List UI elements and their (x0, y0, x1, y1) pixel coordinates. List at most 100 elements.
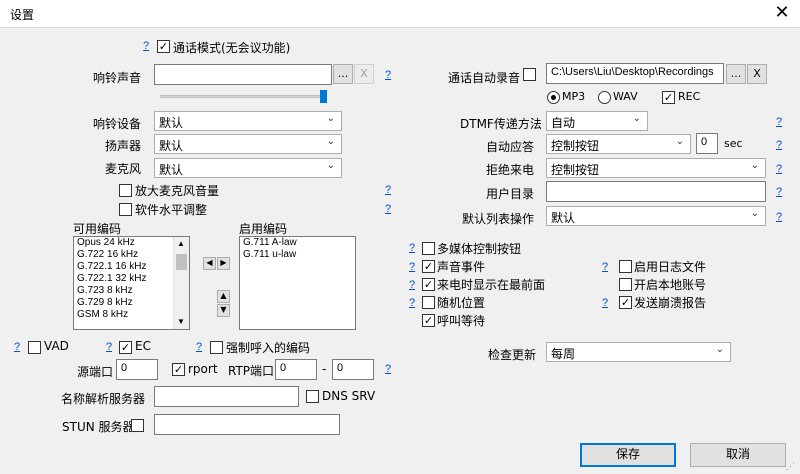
help-link[interactable]: ? (106, 341, 112, 353)
close-icon[interactable]: ✕ (770, 1, 794, 25)
ring-device-select[interactable]: 默认 ⌄ (154, 111, 342, 131)
cancel-button[interactable]: 取消 (690, 443, 786, 467)
random-position-checkbox[interactable] (422, 296, 435, 309)
available-codecs-list[interactable]: Opus 24 kHz G.722 16 kHz G.722.1 16 kHz … (73, 236, 190, 330)
help-link[interactable]: ? (385, 184, 391, 196)
ec-checkbox[interactable]: ✓ (119, 341, 132, 354)
ec-label: EC (135, 339, 151, 353)
bring-to-front-checkbox[interactable]: ✓ (422, 278, 435, 291)
chevron-down-icon: ⌄ (326, 160, 335, 171)
help-link[interactable]: ? (385, 69, 391, 81)
list-item[interactable]: G.722.1 16 kHz (74, 261, 189, 273)
scroll-up-icon[interactable]: ▲ (177, 239, 185, 248)
chevron-down-icon: ⌄ (750, 160, 759, 171)
vad-checkbox[interactable] (28, 341, 41, 354)
help-link[interactable]: ? (409, 261, 415, 273)
list-item[interactable]: GSM 8 kHz (74, 309, 189, 321)
help-link[interactable]: ? (385, 203, 391, 215)
list-item[interactable]: G.729 8 kHz (74, 297, 189, 309)
rec-checkbox[interactable]: ✓ (662, 91, 675, 104)
microphone-label: 麦克风 (105, 162, 142, 176)
user-directory-input[interactable] (546, 181, 766, 202)
microphone-select[interactable]: 默认 ⌄ (154, 158, 342, 178)
wav-radio[interactable] (598, 91, 611, 104)
speaker-label: 扬声器 (105, 139, 142, 153)
local-account-checkbox[interactable] (619, 278, 632, 291)
help-link[interactable]: ? (602, 297, 608, 309)
help-link[interactable]: ? (776, 186, 782, 198)
multimedia-buttons-checkbox[interactable] (422, 242, 435, 255)
rtp-port-from-input[interactable]: 0 (275, 359, 317, 380)
move-left-button[interactable]: ◀ (203, 257, 216, 270)
force-codec-checkbox[interactable] (210, 341, 223, 354)
amplify-mic-checkbox[interactable] (119, 184, 132, 197)
stun-server-input[interactable] (154, 414, 340, 435)
sound-events-checkbox[interactable]: ✓ (422, 260, 435, 273)
ring-volume-slider-thumb[interactable] (320, 90, 327, 103)
check-updates-select[interactable]: 每周 ⌄ (546, 342, 731, 362)
rtp-port-label: RTP端口 (228, 364, 275, 378)
help-link[interactable]: ? (776, 139, 782, 151)
recording-path-input[interactable]: C:\Users\Liu\Desktop\Recordings (546, 63, 724, 84)
help-link[interactable]: ? (385, 363, 391, 375)
crash-report-checkbox[interactable]: ✓ (619, 296, 632, 309)
list-item[interactable]: G.711 u-law (240, 249, 355, 261)
help-link[interactable]: ? (409, 242, 415, 254)
source-port-input[interactable]: 0 (116, 359, 158, 380)
help-link[interactable]: ? (776, 116, 782, 128)
chevron-down-icon: ⌄ (632, 113, 641, 124)
auto-record-checkbox[interactable] (523, 68, 536, 81)
save-button[interactable]: 保存 (580, 443, 676, 467)
list-item[interactable]: G.722 16 kHz (74, 249, 189, 261)
ringtone-clear-button[interactable]: X (354, 64, 374, 84)
enabled-codecs-list[interactable]: G.711 A-law G.711 u-law (239, 236, 356, 330)
list-action-select[interactable]: 默认 ⌄ (546, 206, 766, 226)
call-mode-checkbox[interactable]: ✓ (157, 40, 170, 53)
auto-answer-select[interactable]: 控制按钮 ⌄ (546, 134, 691, 154)
help-link[interactable]: ? (409, 279, 415, 291)
enable-log-checkbox[interactable] (619, 260, 632, 273)
software-level-checkbox[interactable] (119, 203, 132, 216)
dtmf-select[interactable]: 自动 ⌄ (546, 111, 648, 131)
ringtone-browse-button[interactable]: ... (333, 64, 353, 84)
move-up-button[interactable]: ▲ (217, 290, 230, 303)
software-level-label: 软件水平调整 (135, 203, 208, 217)
rec-label: REC (678, 90, 701, 103)
rtp-port-dash: - (322, 362, 327, 376)
move-right-button[interactable]: ▶ (217, 257, 230, 270)
auto-record-label: 通话自动录音 (448, 71, 521, 85)
codec-list-scrollbar[interactable]: ▲ ▼ (173, 237, 189, 329)
scroll-down-icon[interactable]: ▼ (177, 317, 185, 326)
list-item[interactable]: G.711 A-law (240, 237, 355, 249)
help-link[interactable]: ? (602, 261, 608, 273)
help-link[interactable]: ? (143, 40, 149, 52)
list-item[interactable]: Opus 24 kHz (74, 237, 189, 249)
dns-srv-checkbox[interactable] (306, 390, 319, 403)
user-directory-label: 用户目录 (486, 187, 535, 201)
move-down-button[interactable]: ▼ (217, 304, 230, 317)
scroll-thumb[interactable] (176, 254, 187, 270)
stun-checkbox[interactable] (131, 419, 144, 432)
help-link[interactable]: ? (776, 163, 782, 175)
chevron-down-icon: ⌄ (326, 113, 335, 124)
name-server-input[interactable] (154, 386, 299, 407)
auto-answer-seconds-input[interactable]: 0 (696, 133, 718, 154)
ring-volume-slider-track[interactable] (160, 95, 320, 98)
recording-browse-button[interactable]: ... (726, 64, 746, 84)
mp3-radio[interactable] (547, 91, 560, 104)
help-link[interactable]: ? (409, 297, 415, 309)
call-waiting-checkbox[interactable]: ✓ (422, 314, 435, 327)
resize-grip-icon[interactable]: ⋰ (786, 461, 798, 473)
help-link[interactable]: ? (14, 341, 20, 353)
help-link[interactable]: ? (776, 211, 782, 223)
rport-checkbox[interactable]: ✓ (172, 363, 185, 376)
list-item[interactable]: G.723 8 kHz (74, 285, 189, 297)
reject-call-select[interactable]: 控制按钮 ⌄ (546, 158, 766, 178)
rtp-port-to-input[interactable]: 0 (332, 359, 374, 380)
list-item[interactable]: G.722.1 32 kHz (74, 273, 189, 285)
speaker-select[interactable]: 默认 ⌄ (154, 134, 342, 154)
help-link[interactable]: ? (196, 341, 202, 353)
recording-clear-button[interactable]: X (747, 64, 767, 84)
ringtone-label: 响铃声音 (93, 71, 142, 85)
ringtone-input[interactable] (154, 64, 332, 85)
